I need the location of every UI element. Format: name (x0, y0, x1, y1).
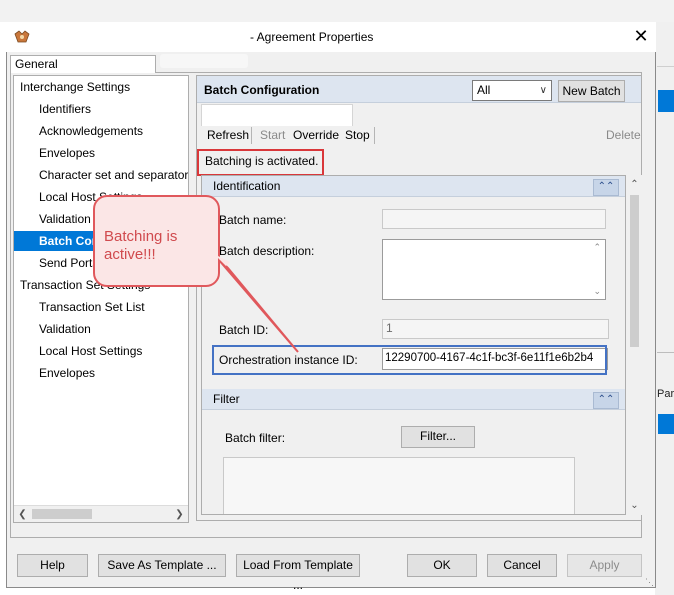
save-as-template-button[interactable]: Save As Template ... (98, 554, 226, 577)
tree-item[interactable]: Interchange Settings (14, 77, 130, 97)
scroll-up-icon[interactable]: ⌃ (627, 177, 642, 192)
scroll-left-icon[interactable]: ❮ (14, 506, 31, 523)
batch-name-field[interactable] (382, 209, 606, 229)
details-vertical-scrollbar[interactable]: ⌃ ⌄ (627, 175, 642, 515)
background-selection (658, 414, 674, 434)
batch-subtab[interactable] (201, 104, 353, 126)
settings-tree[interactable]: Interchange Settings Identifiers Acknowled… (13, 75, 189, 523)
batch-id-field[interactable]: 1 (382, 319, 609, 339)
batch-description-label: Batch description: (219, 244, 315, 258)
tree-horizontal-scrollbar[interactable]: ❮ ❯ (14, 505, 188, 522)
tree-item[interactable]: Validation (14, 209, 91, 229)
batch-name-label: Batch name: (219, 213, 287, 227)
tree-item[interactable]: Identifiers (14, 99, 91, 119)
tree-item[interactable]: Validation (14, 319, 91, 339)
batch-description-field[interactable]: ⌃ ⌄ (382, 239, 606, 300)
new-batch-button[interactable]: New Batch (558, 80, 625, 102)
collapse-icon[interactable]: ⌃⌃ (593, 392, 619, 409)
tab-redacted (160, 54, 248, 68)
batch-filter-label: Batch filter: (225, 431, 286, 445)
biztalk-app-icon (14, 30, 30, 43)
ok-button[interactable]: OK (407, 554, 477, 577)
toolbar-divider (251, 127, 252, 144)
background-divider (657, 66, 674, 67)
toolbar-divider (374, 127, 375, 144)
filter-header-label: Filter (213, 392, 240, 406)
refresh-button[interactable]: Refresh (207, 128, 249, 142)
tree-item[interactable]: Transaction Set List (14, 297, 145, 317)
scroll-down-icon[interactable]: ⌄ (593, 286, 601, 297)
load-from-template-button[interactable]: Load From Template ... (236, 554, 360, 592)
tree-item[interactable]: Send Ports (14, 253, 98, 273)
cancel-button[interactable]: Cancel (487, 554, 557, 577)
filter-section-header[interactable]: Filter ⌃⌃ (202, 389, 625, 410)
scroll-thumb[interactable] (32, 509, 92, 519)
batch-filter-dropdown[interactable]: All ∨ (472, 80, 552, 101)
identification-header-label: Identification (213, 179, 281, 193)
close-icon[interactable]: ✕ (631, 26, 651, 46)
override-button[interactable]: Override (293, 128, 339, 142)
scroll-right-icon[interactable]: ❯ (171, 506, 188, 523)
identification-section-header[interactable]: Identification ⌃⌃ (202, 176, 625, 197)
background-selection (658, 90, 674, 112)
stop-button[interactable]: Stop (345, 128, 370, 142)
apply-button[interactable]: Apply (567, 554, 642, 577)
tab-general[interactable]: General (10, 55, 156, 73)
tree-item[interactable]: Character set and separators (14, 165, 188, 185)
resize-grip-icon[interactable]: ⋱ (645, 577, 654, 588)
help-button[interactable]: Help (17, 554, 88, 577)
batch-toolbar: Refresh Start Override Stop Delete (201, 125, 641, 147)
scroll-thumb[interactable] (630, 195, 639, 347)
orchestration-highlight-box (212, 345, 607, 375)
background-divider (657, 352, 674, 353)
delete-button[interactable]: Delete (606, 128, 641, 142)
dropdown-value: All (477, 83, 491, 97)
background-party-label: Party (657, 388, 674, 400)
batch-title: Batch Configuration (204, 83, 320, 97)
status-highlight-box (197, 149, 324, 176)
tree-item[interactable]: Envelopes (14, 363, 95, 383)
scroll-up-icon[interactable]: ⌃ (593, 242, 601, 253)
scroll-down-icon[interactable]: ⌄ (627, 498, 642, 513)
tree-item[interactable]: Acknowledgements (14, 121, 143, 141)
window-title: - Agreement Properties (250, 30, 374, 44)
tree-item[interactable]: Envelopes (14, 143, 95, 163)
tree-item[interactable]: Local Host Settings (14, 341, 142, 361)
callout-text: Batching is active!!! (104, 228, 178, 263)
chevron-down-icon: ∨ (539, 85, 547, 96)
batch-id-label: Batch ID: (219, 323, 269, 337)
batch-filter-box[interactable] (223, 457, 575, 514)
start-button[interactable]: Start (260, 128, 285, 142)
background-app-strip (0, 0, 674, 22)
filter-button[interactable]: Filter... (401, 426, 475, 448)
collapse-icon[interactable]: ⌃⌃ (593, 179, 619, 196)
